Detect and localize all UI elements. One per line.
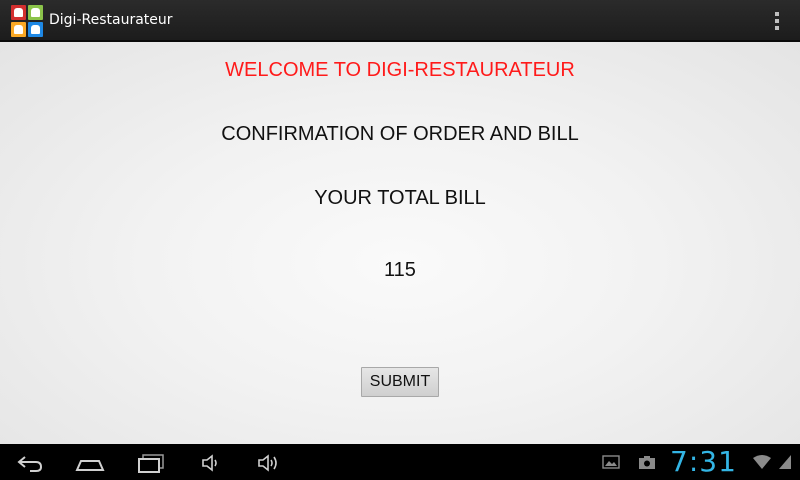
logo-quadrant-green [28,5,43,20]
volume-down-icon[interactable] [200,452,220,474]
wifi-icon [753,455,771,469]
screen: Digi-Restaurateur WELCOME TO DIGI-RESTAU… [0,0,800,480]
app-title: Digi-Restaurateur [49,12,173,28]
welcome-text: WELCOME TO DIGI-RESTAURATEUR [225,59,575,81]
total-bill-value: 115 [384,259,416,281]
camera-icon [639,456,655,469]
system-nav-bar: 7:31 [0,444,800,480]
logo-quadrant-yellow [11,22,26,37]
recents-icon[interactable] [136,452,166,474]
volume-up-icon[interactable] [256,452,282,474]
confirmation-heading: CONFIRMATION OF ORDER AND BILL [221,123,579,145]
logo-quadrant-red [11,5,26,20]
app-logo-icon [11,5,43,37]
clock: 7:31 [670,445,737,478]
gallery-icon [602,455,620,469]
battery-icon [779,455,791,469]
content-area: WELCOME TO DIGI-RESTAURATEUR CONFIRMATIO… [0,42,800,444]
action-bar: Digi-Restaurateur [0,0,800,42]
home-icon[interactable] [74,452,106,474]
logo-quadrant-blue [28,22,43,37]
back-icon[interactable] [16,452,44,474]
total-bill-label: YOUR TOTAL BILL [314,187,486,209]
submit-button[interactable]: SUBMIT [361,367,439,397]
overflow-menu-icon[interactable] [774,12,780,30]
